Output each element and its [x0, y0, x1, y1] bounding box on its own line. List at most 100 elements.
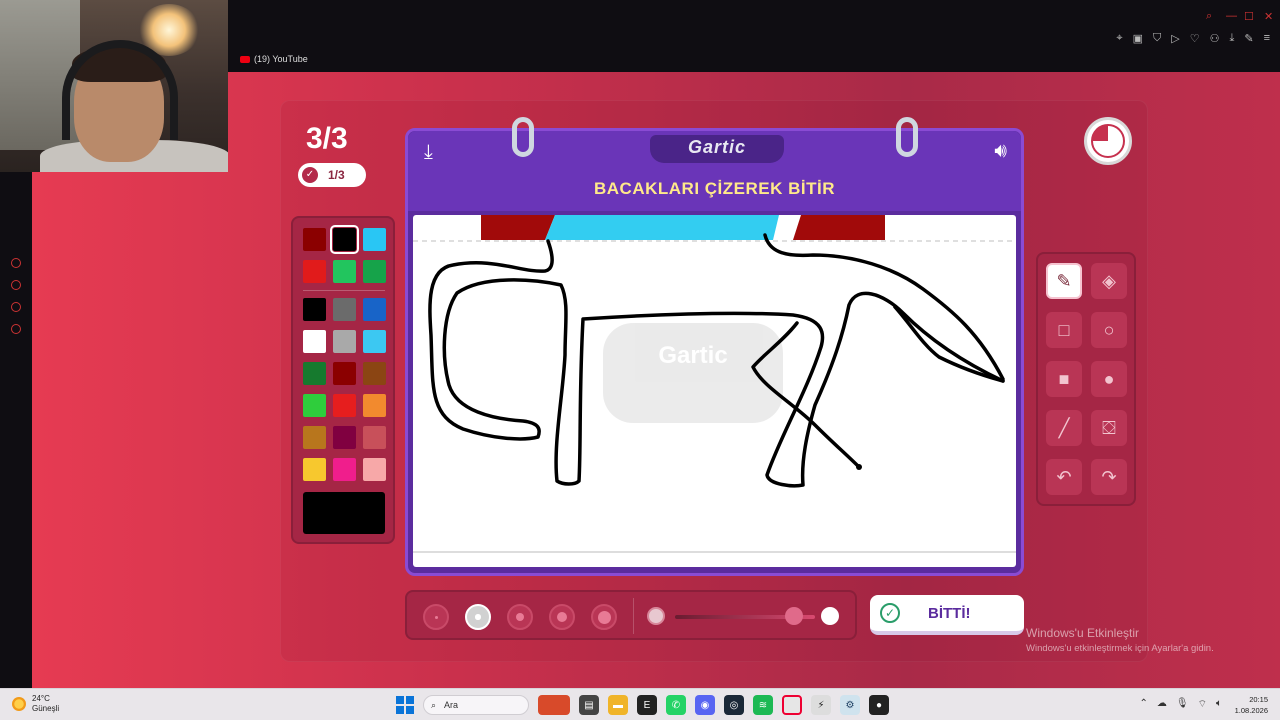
ai-icon[interactable]: ✎: [1244, 32, 1253, 45]
color-swatch[interactable]: [363, 426, 386, 449]
square-filled-icon[interactable]: ■: [1046, 361, 1082, 397]
maximize-icon[interactable]: ☐: [1244, 10, 1254, 23]
square-outline-icon[interactable]: □: [1046, 312, 1082, 348]
drawing-card: ⤓ Gartic 🔊︎ BACAKLARI ÇİZEREK BİTİR Gart…: [405, 117, 1024, 576]
speaker-icon[interactable]: 🔊︎: [994, 140, 1007, 163]
taskbar-clock[interactable]: 20:15 1.08.2026: [1235, 694, 1268, 716]
weather-widget[interactable]: 24°C Güneşli: [12, 694, 59, 714]
color-swatch[interactable]: [333, 298, 356, 321]
color-swatch[interactable]: [363, 298, 386, 321]
search-icon[interactable]: ⌕: [1206, 10, 1212, 23]
color-swatch[interactable]: [363, 362, 386, 385]
app-icon-bolt[interactable]: ⚡︎: [811, 695, 831, 715]
color-swatch[interactable]: [303, 260, 326, 283]
shield-icon[interactable]: ⛉: [1153, 32, 1161, 45]
color-swatch[interactable]: [333, 394, 356, 417]
activation-title: Windows'u Etkinleştir: [1026, 626, 1139, 640]
color-swatch[interactable]: [363, 394, 386, 417]
download-icon[interactable]: ⤓: [1229, 32, 1234, 45]
line-icon[interactable]: ╱: [1046, 410, 1082, 446]
menu-icon[interactable]: ≡: [1264, 32, 1270, 45]
color-swatch[interactable]: [333, 330, 356, 353]
screenshot-icon[interactable]: ▣: [1133, 32, 1143, 45]
color-swatch[interactable]: [303, 298, 326, 321]
opacity-min-icon: [647, 607, 665, 625]
discord-icon[interactable]: ◉: [695, 695, 715, 715]
brush-size-option[interactable]: [465, 604, 491, 630]
epic-games-icon[interactable]: E: [637, 695, 657, 715]
minimize-icon[interactable]: —: [1226, 10, 1237, 22]
browser-tab[interactable]: (19) YouTube: [240, 54, 308, 64]
color-swatch[interactable]: [303, 228, 326, 251]
done-button[interactable]: ✓ BİTTİ!: [870, 595, 1024, 635]
pin-icon[interactable]: ⌖: [1116, 32, 1122, 45]
wifi-icon[interactable]: ⌔: [1198, 698, 1207, 711]
spotify-icon[interactable]: ≋: [753, 695, 773, 715]
file-explorer-icon[interactable]: ▬: [608, 695, 628, 715]
color-swatch[interactable]: [333, 426, 356, 449]
color-swatch[interactable]: [333, 260, 356, 283]
settings-app-icon[interactable]: ⚙: [840, 695, 860, 715]
color-swatch[interactable]: [303, 330, 326, 353]
opacity-slider-handle[interactable]: [785, 607, 803, 625]
taskbar-apps: ⌕ Ara ▤ ▬ E ✆ ◉ ◎ ≋ ⚡︎ ⚙ ●: [396, 695, 889, 715]
brush-size-option[interactable]: [591, 604, 617, 630]
color-swatch[interactable]: [363, 260, 386, 283]
sidebar-chat-icon[interactable]: [11, 302, 21, 312]
eraser-icon[interactable]: ◈: [1091, 263, 1127, 299]
card-header: ⤓ Gartic 🔊︎ BACAKLARI ÇİZEREK BİTİR: [408, 131, 1021, 211]
sidebar-history-icon[interactable]: [11, 280, 21, 290]
brush-size-option[interactable]: [423, 604, 449, 630]
brush-size-option[interactable]: [507, 604, 533, 630]
circle-filled-icon[interactable]: ●: [1091, 361, 1127, 397]
sidebar-settings-icon[interactable]: [11, 324, 21, 334]
account-icon[interactable]: ⚇: [1210, 32, 1220, 45]
tool-panel: ✎ ◈ □ ○ ■ ● ╱ ⛋ ↶ ↷: [1036, 252, 1136, 506]
color-swatch[interactable]: [333, 458, 356, 481]
close-icon[interactable]: ✕: [1264, 10, 1273, 23]
color-swatch[interactable]: [363, 228, 386, 251]
steam-icon[interactable]: ◎: [724, 695, 744, 715]
check-icon: ✓: [302, 167, 318, 183]
color-swatch[interactable]: [363, 458, 386, 481]
pencil-icon[interactable]: ✎: [1046, 263, 1082, 299]
card-ring-right: [896, 117, 918, 157]
game-app-icon[interactable]: [538, 695, 570, 715]
gartic-logo: Gartic: [687, 137, 747, 157]
brush-size-option[interactable]: [549, 604, 575, 630]
color-swatch[interactable]: [303, 362, 326, 385]
color-swatch[interactable]: [303, 458, 326, 481]
color-swatch[interactable]: [333, 362, 356, 385]
fill-bucket-icon[interactable]: ⛋: [1091, 410, 1127, 446]
app-icon-dark[interactable]: ●: [869, 695, 889, 715]
play-icon[interactable]: ▷: [1171, 32, 1179, 45]
heart-icon[interactable]: ♡: [1190, 32, 1200, 45]
cloud-icon[interactable]: ☁: [1157, 698, 1167, 711]
palette-divider: [303, 290, 385, 291]
color-swatch[interactable]: [363, 330, 386, 353]
redo-icon[interactable]: ↷: [1091, 459, 1127, 495]
download-icon[interactable]: ⤓: [424, 141, 433, 164]
task-view-icon[interactable]: ▤: [579, 695, 599, 715]
color-swatch[interactable]: [303, 394, 326, 417]
sidebar-add-icon[interactable]: [11, 258, 21, 268]
brush-size-dot: [556, 611, 568, 623]
taskbar-search[interactable]: ⌕ Ara: [423, 695, 529, 715]
opera-gx-icon[interactable]: [782, 695, 802, 715]
microphone-icon[interactable]: 🎙︎: [1176, 698, 1189, 711]
drawing-canvas[interactable]: Gartic: [413, 215, 1016, 567]
circle-outline-icon[interactable]: ○: [1091, 312, 1127, 348]
sun-icon: [12, 697, 26, 711]
color-palette: [291, 216, 395, 544]
windows-start-icon[interactable]: [396, 696, 414, 714]
color-swatch[interactable]: [303, 426, 326, 449]
done-check-icon: ✓: [880, 603, 900, 623]
whatsapp-icon[interactable]: ✆: [666, 695, 686, 715]
color-swatch[interactable]: [330, 225, 359, 254]
volume-icon[interactable]: 🔈︎: [1216, 698, 1222, 711]
system-tray: ⌃ ☁ 🎙︎ ⌔ 🔈︎: [1140, 698, 1223, 711]
chevron-up-icon[interactable]: ⌃: [1140, 698, 1148, 711]
cursor: [856, 464, 862, 470]
undo-icon[interactable]: ↶: [1046, 459, 1082, 495]
brush-size-dot: [597, 610, 611, 624]
